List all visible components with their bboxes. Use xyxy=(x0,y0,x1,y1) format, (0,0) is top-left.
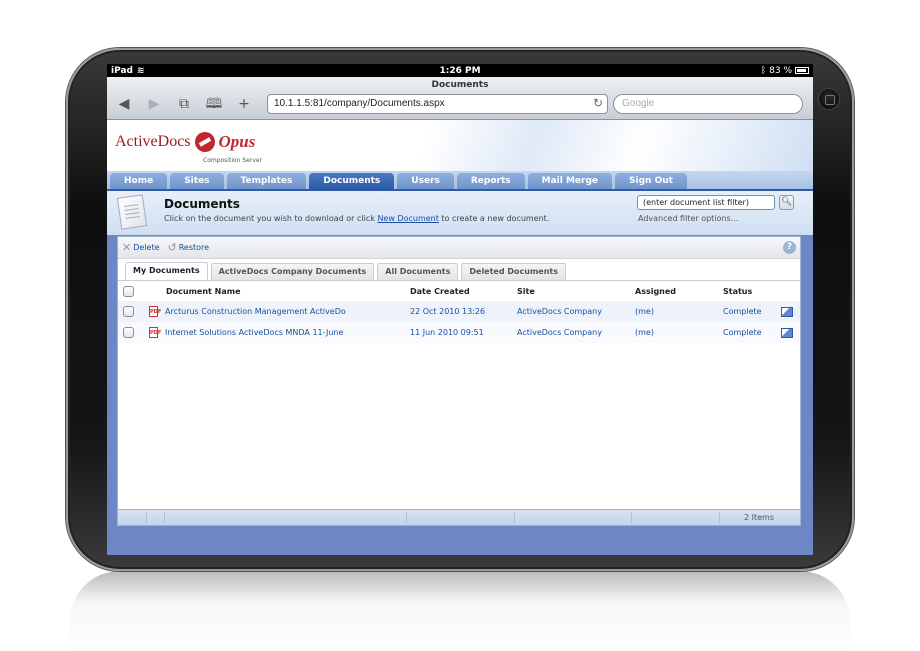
app-header: ActiveDocs Opus Composition Server xyxy=(107,120,813,171)
subtab-all-documents[interactable]: All Documents xyxy=(377,263,459,280)
browser-toolbar: Documents ◀ ▶ ⧉ 🕮 + 10.1.1.5:81/company/… xyxy=(107,77,813,120)
assigned-link[interactable]: (me) xyxy=(635,328,654,337)
delete-icon: ✕ xyxy=(122,241,132,254)
document-toolbar: ✕ Delete ↺ Restore ? xyxy=(118,237,800,259)
opus-logo-icon xyxy=(194,132,215,152)
document-filter-input[interactable]: (enter document list filter) xyxy=(637,195,775,210)
subtab-deleted-documents[interactable]: Deleted Documents xyxy=(461,263,566,280)
ipad-screen: iPad ≋ 1:26 PM ᛒ 83 % Documents ◀ ▶ ⧉ 🕮 … xyxy=(107,64,813,555)
url-text: 10.1.1.5:81/company/Documents.aspx xyxy=(274,98,445,109)
pdf-icon: PDF xyxy=(149,327,161,338)
browser-page-title: Documents xyxy=(431,80,489,90)
status-time: 1:26 PM xyxy=(439,65,481,76)
page-title: Documents xyxy=(164,197,240,211)
search-input[interactable]: Google xyxy=(613,94,803,114)
pages-icon[interactable]: ⧉ xyxy=(175,96,193,112)
document-subtabs: My Documents ActiveDocs Company Document… xyxy=(118,262,800,281)
status-link[interactable]: Complete xyxy=(723,328,762,337)
column-document-name[interactable]: Document Name xyxy=(166,287,241,296)
subtab-my-documents[interactable]: My Documents xyxy=(125,262,208,280)
logo-name: ActiveDocs xyxy=(115,133,191,150)
battery-icon xyxy=(795,67,809,74)
restore-label: Restore xyxy=(178,243,210,252)
tab-templates[interactable]: Templates xyxy=(226,173,307,189)
status-link[interactable]: Complete xyxy=(723,307,762,316)
item-count: 2 Items xyxy=(743,513,774,522)
footer-divider xyxy=(631,512,632,523)
desc-text-before: Click on the document you wish to downlo… xyxy=(164,214,378,223)
footer-divider xyxy=(719,512,720,523)
documents-panel: ✕ Delete ↺ Restore ? My Documents Active… xyxy=(117,236,801,526)
column-site[interactable]: Site xyxy=(517,287,535,296)
desc-text-after: to create a new document. xyxy=(438,214,550,223)
delete-label: Delete xyxy=(133,243,160,252)
page-description: Click on the document you wish to downlo… xyxy=(164,214,549,223)
logo: ActiveDocs Opus xyxy=(115,132,255,152)
column-date-created[interactable]: Date Created xyxy=(410,287,470,296)
status-bar: iPad ≋ 1:26 PM ᛒ 83 % xyxy=(107,64,813,77)
footer-divider xyxy=(164,512,165,523)
help-icon[interactable]: ? xyxy=(783,241,796,254)
open-document-icon[interactable] xyxy=(781,327,793,338)
page-header: Documents Click on the document you wish… xyxy=(107,189,813,235)
row-checkbox[interactable] xyxy=(123,327,134,338)
add-icon[interactable]: + xyxy=(235,96,253,112)
reload-icon[interactable]: ↻ xyxy=(593,96,603,110)
restore-button[interactable]: ↺ Restore xyxy=(168,241,210,254)
table-header: Document Name Date Created Site Assigned… xyxy=(118,281,800,301)
device-reflection xyxy=(70,571,850,651)
open-document-icon[interactable] xyxy=(781,306,793,317)
back-icon[interactable]: ◀ xyxy=(115,96,133,112)
footer-divider xyxy=(514,512,515,523)
tab-mail-merge[interactable]: Mail Merge xyxy=(527,173,613,189)
footer-divider xyxy=(406,512,407,523)
tab-documents[interactable]: Documents xyxy=(309,173,395,189)
table-row[interactable]: PDF Arcturus Construction Management Act… xyxy=(118,301,800,322)
pdf-icon: PDF xyxy=(149,306,161,317)
document-icon xyxy=(116,194,148,230)
site-link[interactable]: ActiveDocs Company xyxy=(517,328,602,337)
home-button-icon[interactable] xyxy=(818,88,840,110)
logo-subtitle: Composition Server xyxy=(203,157,263,164)
site-link[interactable]: ActiveDocs Company xyxy=(517,307,602,316)
select-all-checkbox[interactable] xyxy=(123,285,134,297)
document-name-link[interactable]: Arcturus Construction Management ActiveD… xyxy=(165,307,350,316)
date-created: 22 Oct 2010 13:26 xyxy=(410,307,486,316)
bookmarks-icon[interactable]: 🕮 xyxy=(205,96,223,112)
footer-divider xyxy=(146,512,147,523)
tab-reports[interactable]: Reports xyxy=(456,173,525,189)
tab-sites[interactable]: Sites xyxy=(170,173,224,189)
tab-sign-out[interactable]: Sign Out xyxy=(615,173,687,189)
document-name-link[interactable]: Internet Solutions ActiveDocs MNDA 11-Ju… xyxy=(165,328,350,337)
tab-users[interactable]: Users xyxy=(397,173,454,189)
delete-button[interactable]: ✕ Delete xyxy=(122,241,160,254)
table-row[interactable]: PDF Internet Solutions ActiveDocs MNDA 1… xyxy=(118,322,800,343)
assigned-link[interactable]: (me) xyxy=(635,307,654,316)
main-tabs: Home Sites Templates Documents Users Rep… xyxy=(107,171,813,189)
search-icon[interactable]: 🔍︎ xyxy=(779,195,794,210)
new-document-link[interactable]: New Document xyxy=(377,214,438,223)
url-bar[interactable]: 10.1.1.5:81/company/Documents.aspx ↻ xyxy=(267,94,608,114)
column-assigned[interactable]: Assigned xyxy=(635,287,676,296)
table-footer: 2 Items xyxy=(118,509,800,525)
row-checkbox[interactable] xyxy=(123,306,134,317)
logo-product: Opus xyxy=(218,132,256,151)
subtab-company-documents[interactable]: ActiveDocs Company Documents xyxy=(210,263,375,280)
forward-icon[interactable]: ▶ xyxy=(145,96,163,112)
tab-home[interactable]: Home xyxy=(110,173,168,189)
advanced-filter-link[interactable]: Advanced filter options... xyxy=(638,214,738,223)
date-created: 11 Jun 2010 09:51 xyxy=(410,328,484,337)
restore-icon: ↺ xyxy=(167,241,177,254)
column-status[interactable]: Status xyxy=(723,287,752,296)
